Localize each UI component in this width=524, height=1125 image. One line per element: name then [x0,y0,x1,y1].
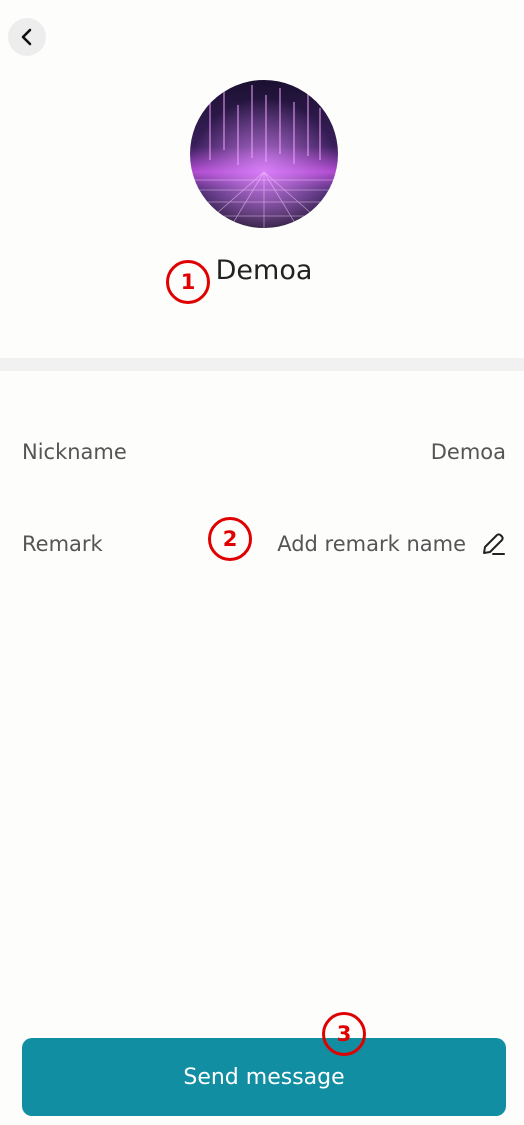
chevron-left-icon [21,28,32,46]
remark-row[interactable]: Remark Add remark name [22,524,506,564]
pencil-icon [483,533,505,555]
nickname-value: Demoa [430,440,506,464]
avatar[interactable] [190,80,338,228]
annotation-marker-3: 3 [322,1012,366,1056]
nickname-row: Nickname Demoa [22,432,506,472]
avatar-image [190,80,338,228]
back-button[interactable] [8,18,46,56]
section-divider [0,358,524,371]
remark-label: Remark [22,532,103,556]
annotation-marker-2: 2 [208,517,252,561]
remark-value: Add remark name [277,532,466,556]
annotation-marker-1: 1 [166,260,210,304]
send-message-button[interactable]: Send message [22,1038,506,1116]
profile-name: Demoa [215,255,313,286]
profile-page: Demoa 1 Nickname Demoa Remark Add remark… [0,0,524,1125]
remark-edit-button[interactable]: Add remark name [277,531,506,557]
nickname-label: Nickname [22,440,127,464]
